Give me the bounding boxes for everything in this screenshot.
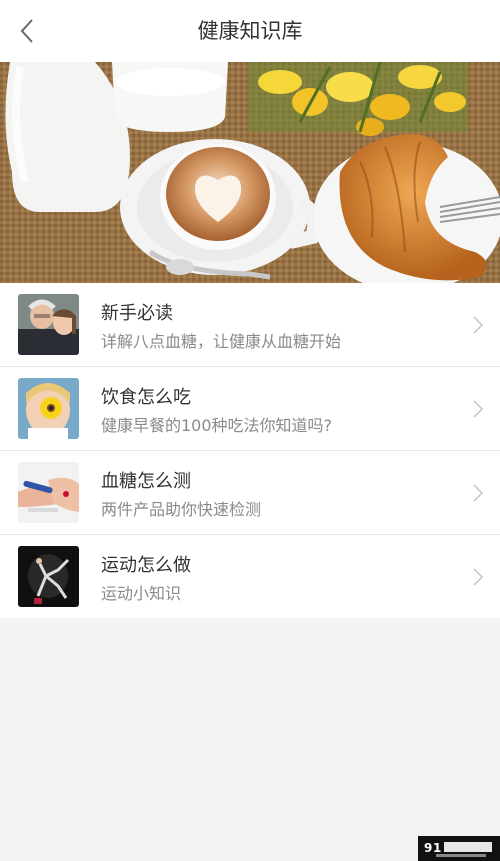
list-item-glucose-test[interactable]: 血糖怎么测 两件产品助你快速检测 bbox=[0, 451, 500, 535]
chevron-right-icon bbox=[473, 568, 484, 586]
coffee-croissant-photo bbox=[0, 62, 500, 283]
child-donut-photo bbox=[18, 378, 79, 439]
glucose-test-photo bbox=[18, 462, 79, 523]
chevron-left-icon bbox=[20, 19, 33, 43]
list-item-exercise[interactable]: 运动怎么做 运动小知识 bbox=[0, 535, 500, 618]
item-title: 运动怎么做 bbox=[101, 555, 191, 576]
list-item-diet[interactable]: 饮食怎么吃 健康早餐的100种吃法你知道吗? bbox=[0, 367, 500, 451]
svg-text:1: 1 bbox=[433, 841, 441, 855]
chevron-right-icon bbox=[473, 400, 484, 418]
watermark-logo: 9 1 bbox=[418, 836, 500, 861]
item-subtitle: 两件产品助你快速检测 bbox=[101, 500, 262, 519]
top-bar: 健康知识库 bbox=[0, 0, 500, 63]
svg-text:9: 9 bbox=[424, 841, 432, 855]
elderly-couple-photo bbox=[18, 294, 79, 355]
list-item-beginner[interactable]: 新手必读 详解八点血糖，让健康从血糖开始 bbox=[0, 283, 500, 367]
page-title: 健康知识库 bbox=[197, 19, 303, 43]
knowledge-list: 新手必读 详解八点血糖，让健康从血糖开始 饮食怎么吃 健康早餐的100种吃法你知… bbox=[0, 283, 500, 618]
item-title: 新手必读 bbox=[101, 303, 173, 324]
banner-image[interactable] bbox=[0, 62, 500, 283]
back-button[interactable] bbox=[10, 14, 44, 48]
chevron-right-icon bbox=[473, 316, 484, 334]
item-title: 血糖怎么测 bbox=[101, 471, 191, 492]
chevron-right-icon bbox=[473, 484, 484, 502]
item-subtitle: 详解八点血糖，让健康从血糖开始 bbox=[101, 332, 342, 351]
item-title: 饮食怎么吃 bbox=[101, 387, 191, 408]
item-subtitle: 健康早餐的100种吃法你知道吗? bbox=[101, 416, 333, 435]
gymnast-photo bbox=[18, 546, 79, 607]
item-subtitle: 运动小知识 bbox=[101, 584, 182, 603]
